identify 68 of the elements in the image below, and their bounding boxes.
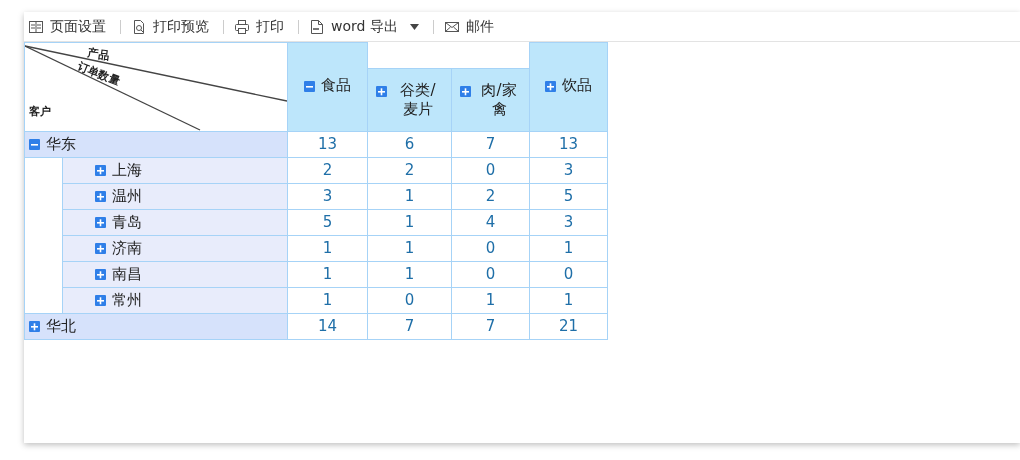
toolbar-button[interactable]: word 导出 xyxy=(305,16,427,37)
expand-icon[interactable] xyxy=(545,80,556,92)
column-header: 饮品 xyxy=(529,42,608,132)
table-cell: 0 xyxy=(451,235,530,262)
expand-icon[interactable] xyxy=(95,165,106,176)
expand-icon[interactable] xyxy=(95,269,106,280)
caret-icon xyxy=(409,23,419,30)
table-cell: 1 xyxy=(367,209,452,236)
table-cell: 1 xyxy=(287,235,368,262)
expand-icon[interactable] xyxy=(95,217,106,228)
table-cell: 7 xyxy=(367,313,452,340)
table-cell: 1 xyxy=(287,261,368,288)
column-header: 谷类/麦片 xyxy=(367,68,452,132)
table-cell: 13 xyxy=(287,131,368,158)
toolbar-button[interactable]: 打印预览 xyxy=(127,16,217,37)
table-cell: 1 xyxy=(367,183,452,210)
table-cell: 5 xyxy=(529,183,608,210)
document-icon xyxy=(309,18,325,35)
table-cell: 2 xyxy=(367,157,452,184)
printer-icon xyxy=(234,18,250,35)
table-cell: 0 xyxy=(451,157,530,184)
toolbar-button[interactable]: 邮件 xyxy=(439,16,502,37)
table-cell: 2 xyxy=(287,157,368,184)
table-cell: 3 xyxy=(529,209,608,236)
column-header: 肉/家禽 xyxy=(451,68,530,132)
expand-icon[interactable] xyxy=(95,191,106,202)
expand-icon[interactable] xyxy=(29,321,40,332)
axis-label: 产品 xyxy=(86,46,111,63)
expand-icon[interactable] xyxy=(460,85,471,97)
expand-icon[interactable] xyxy=(95,295,106,306)
table-cell: 1 xyxy=(529,235,608,262)
document-magnifier-icon xyxy=(131,18,147,35)
table-cell: 3 xyxy=(529,157,608,184)
table-cell: 0 xyxy=(529,261,608,288)
axis-label: 客户 xyxy=(29,105,51,118)
table-cell: 0 xyxy=(367,287,452,314)
table-cell: 1 xyxy=(451,287,530,314)
row-header: 上海 xyxy=(112,160,142,182)
table-cell: 6 xyxy=(367,131,452,158)
table-cell: 1 xyxy=(287,287,368,314)
collapse-icon[interactable] xyxy=(304,80,315,92)
table-cell: 1 xyxy=(367,261,452,288)
toolbar-button[interactable]: 页面设置 xyxy=(24,16,114,37)
table-cell: 7 xyxy=(451,313,530,340)
table-cell: 2 xyxy=(451,183,530,210)
row-header: 南昌 xyxy=(112,264,142,286)
toolbar-button[interactable]: 打印 xyxy=(230,16,292,37)
table-cell: 7 xyxy=(451,131,530,158)
row-header: 济南 xyxy=(112,238,142,260)
row-header: 华东 xyxy=(46,134,76,156)
expand-icon[interactable] xyxy=(376,85,387,97)
table-cell: 21 xyxy=(529,313,608,340)
row-header: 青岛 xyxy=(112,212,142,234)
table-cell: 14 xyxy=(287,313,368,340)
table-cell: 13 xyxy=(529,131,608,158)
table-cell: 1 xyxy=(367,235,452,262)
row-header: 常州 xyxy=(112,290,142,312)
table-cell: 1 xyxy=(529,287,608,314)
row-header: 温州 xyxy=(112,186,142,208)
expand-icon[interactable] xyxy=(95,243,106,254)
column-header: 食品 xyxy=(287,42,368,132)
table-cell: 3 xyxy=(287,183,368,210)
table-cell: 4 xyxy=(451,209,530,236)
collapse-icon[interactable] xyxy=(29,139,40,150)
page-icon xyxy=(28,18,44,35)
table-cell: 5 xyxy=(287,209,368,236)
row-header: 华北 xyxy=(46,316,76,338)
table-cell: 0 xyxy=(451,261,530,288)
